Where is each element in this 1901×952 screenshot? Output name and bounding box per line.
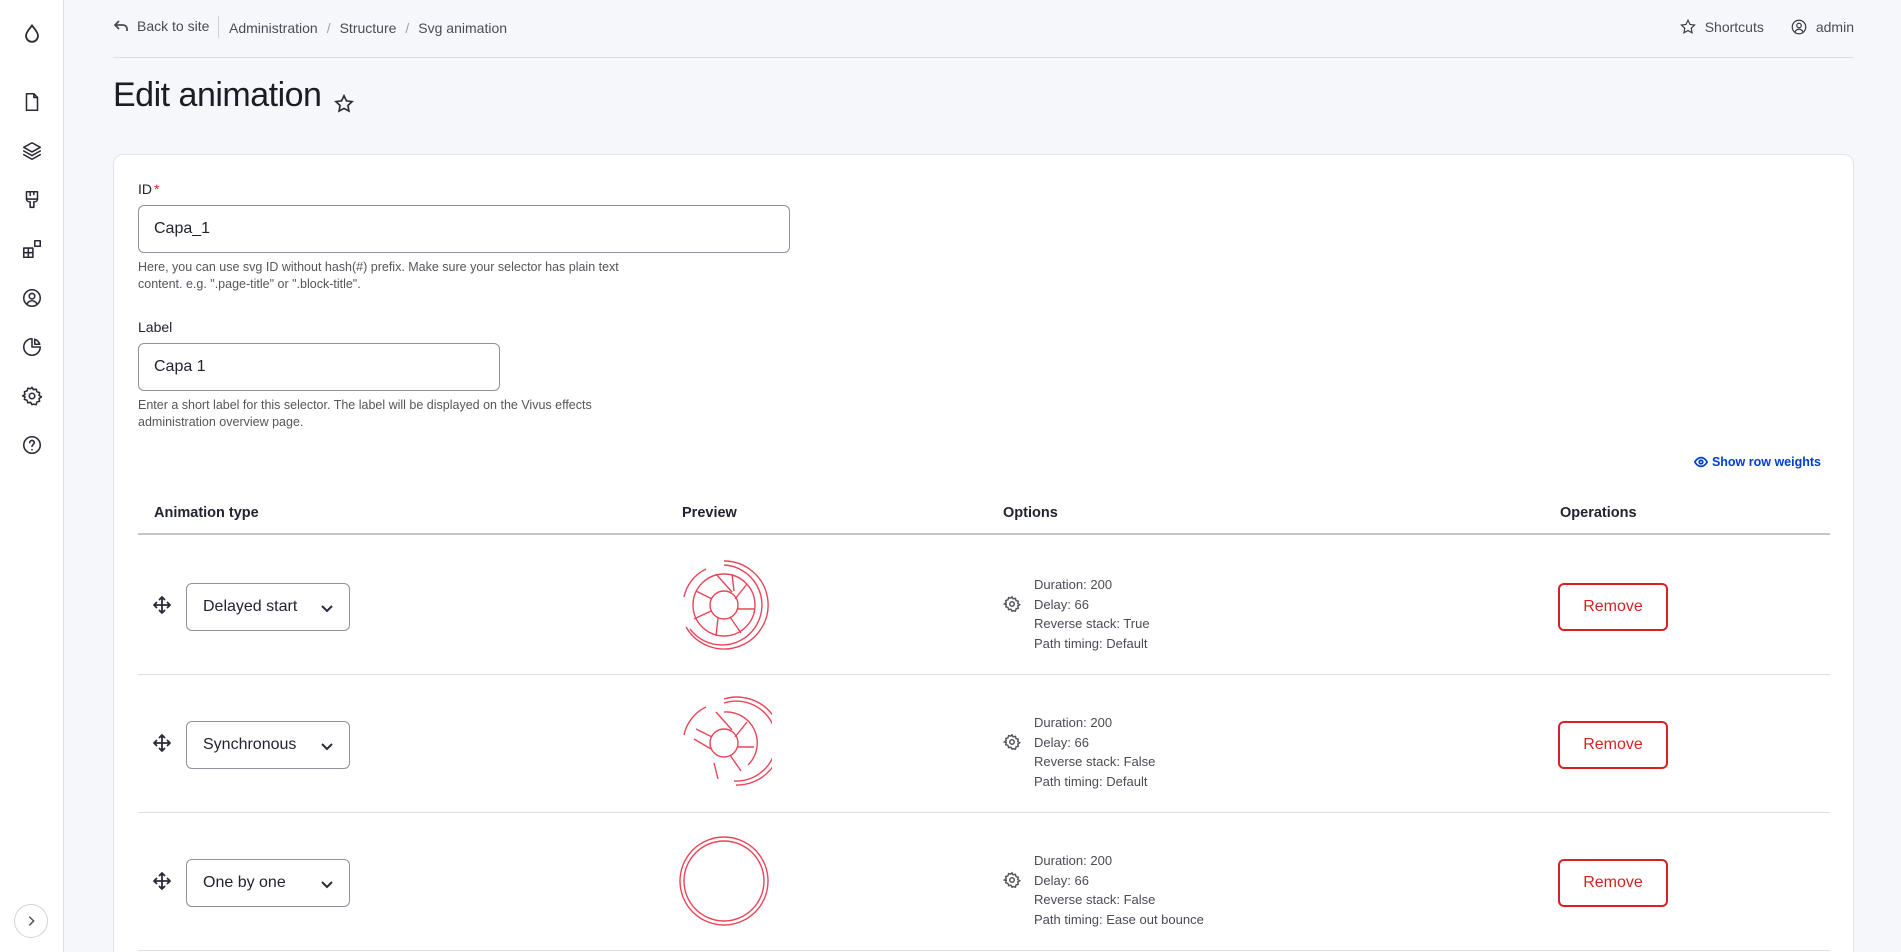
user-circle-icon — [1791, 19, 1807, 35]
id-field-label: ID * — [138, 181, 159, 197]
back-to-site-label: Back to site — [137, 18, 210, 34]
animation-preview — [676, 833, 772, 929]
aperture-icon — [683, 696, 782, 786]
id-input[interactable]: Capa_1 — [138, 205, 790, 253]
reports-icon[interactable] — [20, 335, 44, 359]
animation-type-value: Delayed start — [203, 598, 298, 615]
table-row: One by one Duration: 200 Delay: 66 Rever… — [138, 813, 1830, 951]
appearance-icon[interactable] — [20, 188, 44, 212]
option-reverse-stack: Reverse stack: True — [1034, 616, 1150, 631]
label-input[interactable]: Capa 1 — [138, 343, 500, 391]
chevron-down-icon — [321, 605, 333, 613]
sidebar-expand-button[interactable] — [14, 904, 48, 938]
back-to-site-link[interactable]: Back to site — [113, 18, 209, 34]
animation-type-value: Synchronous — [203, 736, 297, 753]
toolbar-right: Shortcuts admin — [1653, 18, 1854, 36]
shortcuts-label: Shortcuts — [1704, 19, 1764, 35]
label-help-text: Enter a short label for this selector. T… — [138, 398, 592, 429]
user-menu[interactable]: admin — [1790, 18, 1854, 36]
label-field-label: Label — [138, 319, 173, 335]
option-duration: Duration: 200 — [1034, 715, 1113, 730]
edit-animation-form: ID * Capa_1 Here, you can use svg ID with… — [113, 154, 1854, 952]
header-preview: Preview — [682, 505, 737, 521]
people-icon[interactable] — [20, 286, 44, 310]
remove-button[interactable]: Remove — [1558, 583, 1668, 631]
header-animation-type: Animation type — [154, 505, 259, 521]
animation-type-select[interactable]: Synchronous — [186, 721, 350, 769]
row-weights-label: Show row weights — [1711, 455, 1821, 469]
table-header: Animation type Preview Options Operation… — [138, 485, 1830, 535]
toolbar-divider — [218, 16, 219, 38]
animation-preview — [676, 695, 782, 791]
id-help-text: Here, you can use svg ID without hash(#)… — [138, 260, 619, 291]
configuration-icon[interactable] — [20, 384, 44, 408]
remove-button[interactable]: Remove — [1558, 721, 1668, 769]
user-label: admin — [1815, 19, 1854, 35]
required-mark: * — [154, 181, 160, 197]
help-icon[interactable] — [20, 433, 44, 457]
remove-button[interactable]: Remove — [1558, 859, 1668, 907]
option-path-timing: Path timing: Default — [1034, 635, 1148, 651]
toolbar: Back to site Administration / Structure … — [113, 0, 1854, 58]
aperture-icon — [683, 560, 769, 650]
page-title-text: Edit animation — [113, 76, 322, 114]
breadcrumb-separator: / — [405, 20, 410, 36]
option-reverse-stack: Reverse stack: False — [1034, 754, 1156, 769]
option-duration: Duration: 200 — [1034, 577, 1113, 592]
chevron-down-icon — [321, 743, 333, 751]
option-path-timing: Path timing: Default — [1034, 773, 1148, 789]
shortcuts-link[interactable]: Shortcuts — [1679, 18, 1764, 36]
options-summary: Duration: 200 Delay: 66 Reverse stack: T… — [1034, 575, 1150, 653]
option-reverse-stack: Reverse stack: False — [1034, 892, 1156, 907]
option-path-timing: Path timing: Ease out bounce — [1034, 911, 1204, 927]
options-gear-icon[interactable] — [1002, 595, 1022, 613]
return-arrow-icon — [113, 20, 128, 31]
option-delay: Delay: 66 — [1034, 872, 1089, 888]
show-row-weights-button[interactable]: Show row weights — [1693, 455, 1821, 469]
drag-handle-icon[interactable] — [152, 595, 172, 615]
aperture-icon — [679, 836, 769, 926]
header-options: Options — [1003, 505, 1058, 521]
option-duration: Duration: 200 — [1034, 853, 1113, 868]
animation-type-select[interactable]: One by one — [186, 859, 350, 907]
page-title: Edit animation — [113, 76, 355, 115]
content-icon[interactable] — [20, 90, 44, 114]
drag-handle-icon[interactable] — [152, 871, 172, 891]
option-delay: Delay: 66 — [1034, 596, 1089, 612]
structure-icon[interactable] — [20, 139, 44, 163]
options-summary: Duration: 200 Delay: 66 Reverse stack: F… — [1034, 713, 1155, 791]
add-shortcut-star-icon[interactable] — [333, 85, 355, 113]
eye-icon — [1693, 456, 1708, 468]
breadcrumb-administration[interactable]: Administration — [229, 20, 318, 36]
table-row: Synchronous Duration: 200 Delay: 66 Reve… — [138, 675, 1830, 813]
chevron-down-icon — [321, 881, 333, 889]
options-summary: Duration: 200 Delay: 66 Reverse stack: F… — [1034, 851, 1204, 929]
table-row: Delayed start Duration: 200 Delay: 66 Re… — [138, 537, 1830, 675]
animation-type-value: One by one — [203, 874, 286, 891]
drupal-drop-icon[interactable] — [20, 22, 44, 46]
animation-preview — [676, 557, 772, 653]
breadcrumb-svg-animation[interactable]: Svg animation — [418, 20, 507, 36]
breadcrumb-separator: / — [326, 20, 331, 36]
options-gear-icon[interactable] — [1002, 733, 1022, 751]
id-label-text: ID — [138, 181, 152, 197]
breadcrumb-structure[interactable]: Structure — [340, 20, 397, 36]
breadcrumb: Administration / Structure / Svg animati… — [229, 20, 507, 36]
animation-type-select[interactable]: Delayed start — [186, 583, 350, 631]
chevron-right-icon — [28, 916, 35, 926]
header-operations: Operations — [1560, 505, 1637, 521]
star-icon — [1679, 18, 1696, 34]
admin-sidebar — [0, 0, 64, 952]
options-gear-icon[interactable] — [1002, 871, 1022, 889]
extend-icon[interactable] — [20, 237, 44, 261]
option-delay: Delay: 66 — [1034, 734, 1089, 750]
drag-handle-icon[interactable] — [152, 733, 172, 753]
